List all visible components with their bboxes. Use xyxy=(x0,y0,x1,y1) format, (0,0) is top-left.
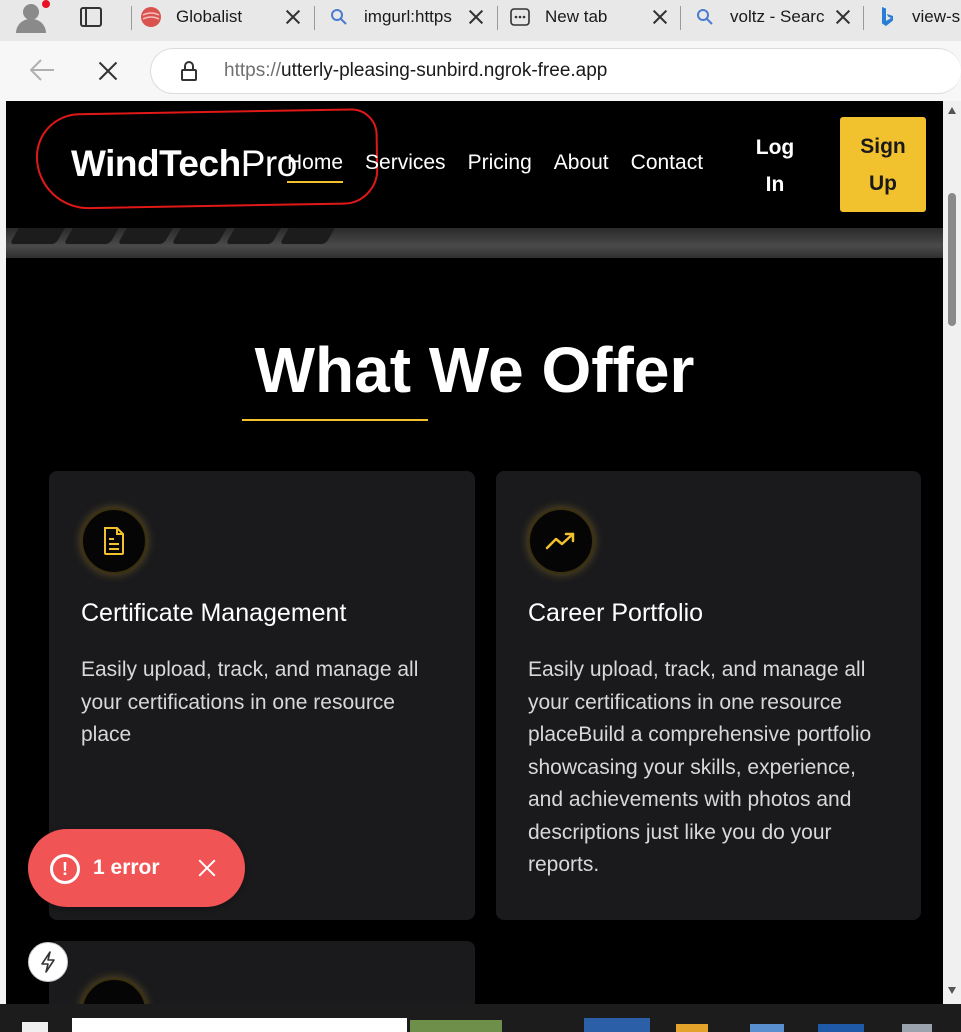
tab-actions-icon[interactable] xyxy=(80,7,102,27)
url-field[interactable]: https://utterly-pleasing-sunbird.ngrok-f… xyxy=(150,48,961,94)
nav-link-pricing[interactable]: Pricing xyxy=(468,151,532,175)
heading-underline xyxy=(242,419,428,421)
login-button[interactable]: Log In xyxy=(754,129,796,203)
taskbar-widget[interactable] xyxy=(410,1020,502,1032)
nav-link-home[interactable]: Home xyxy=(287,151,344,183)
close-tab-icon[interactable] xyxy=(651,8,669,26)
url-host: utterly-pleasing-sunbird.ngrok-free.app xyxy=(281,60,608,81)
feature-card-partial xyxy=(49,941,475,1004)
signup-button[interactable]: Sign Up xyxy=(840,117,926,212)
browser-tab-imgurl[interactable]: imgurl:https xyxy=(328,0,495,34)
nav-link-about[interactable]: About xyxy=(554,151,609,175)
scrollbar-thumb[interactable] xyxy=(948,193,956,326)
nav-link-services[interactable]: Services xyxy=(365,151,446,175)
taskbar-app-icon[interactable] xyxy=(818,1024,864,1032)
lightning-bolt-icon[interactable] xyxy=(28,942,68,982)
section-heading: What We Offer xyxy=(254,334,695,406)
page-scrollbar[interactable] xyxy=(943,101,961,1004)
tab-title: Globalist xyxy=(176,7,243,26)
scroll-up-arrow-icon[interactable] xyxy=(948,107,956,114)
trending-up-icon xyxy=(528,508,594,574)
card-title: Certificate Management xyxy=(81,599,347,627)
windows-start-icon[interactable] xyxy=(22,1022,48,1032)
error-toast[interactable]: ! 1 error xyxy=(28,829,245,907)
tab-separator xyxy=(863,6,864,30)
error-count-label: 1 error xyxy=(93,856,160,879)
taskbar-app-icon[interactable] xyxy=(902,1024,932,1032)
scroll-down-arrow-icon[interactable] xyxy=(948,987,956,994)
browser-tab-view[interactable]: view-s xyxy=(876,0,961,34)
tab-title: imgurl:https xyxy=(364,7,452,26)
alert-circle-icon: ! xyxy=(50,854,80,884)
card-title: Career Portfolio xyxy=(528,599,704,627)
document-icon xyxy=(81,508,147,574)
globalist-favicon-icon xyxy=(140,6,162,28)
stop-loading-icon[interactable] xyxy=(94,57,122,85)
search-icon xyxy=(694,6,716,28)
close-icon[interactable] xyxy=(196,857,218,879)
feature-icon xyxy=(81,978,147,1004)
tab-separator xyxy=(131,6,132,30)
tab-separator xyxy=(314,6,315,30)
bing-icon xyxy=(876,6,898,28)
close-tab-icon[interactable] xyxy=(284,8,302,26)
taskbar-edge-icon[interactable] xyxy=(584,1018,650,1032)
browser-tab-new-tab[interactable]: New tab xyxy=(509,0,679,34)
os-taskbar xyxy=(0,1004,961,1032)
taskbar-folder-icon[interactable] xyxy=(676,1024,708,1032)
hero-image-strip xyxy=(6,228,943,258)
url-protocol: https:// xyxy=(224,60,282,81)
nav-link-contact[interactable]: Contact xyxy=(631,151,703,175)
taskbar-app-icon[interactable] xyxy=(750,1024,784,1032)
lock-icon[interactable] xyxy=(181,61,197,81)
tab-title: New tab xyxy=(545,7,608,26)
back-arrow-icon[interactable] xyxy=(28,58,56,89)
taskbar-search-box[interactable] xyxy=(72,1018,407,1032)
tab-title: voltz - Searc xyxy=(730,7,825,26)
tab-title: view-s xyxy=(912,7,961,26)
site-navbar: WindTechPro Home Services Pricing About … xyxy=(6,101,943,228)
feature-card-portfolio: Career Portfolio Easily upload, track, a… xyxy=(496,471,921,920)
card-description: Easily upload, track, and manage all you… xyxy=(81,658,419,746)
browser-tab-bar: Globalist imgurl:https New tab voltz - S… xyxy=(0,0,961,41)
nav-links: Home Services Pricing About Contact xyxy=(287,151,703,183)
browser-tab-voltz[interactable]: voltz - Searc xyxy=(694,0,862,34)
new-tab-icon xyxy=(509,6,531,28)
browser-tab-globalist[interactable]: Globalist xyxy=(140,0,312,34)
tab-separator xyxy=(680,6,681,30)
search-icon xyxy=(328,6,350,28)
close-tab-icon[interactable] xyxy=(467,8,485,26)
url-text: https://utterly-pleasing-sunbird.ngrok-f… xyxy=(224,60,607,82)
card-description: Easily upload, track, and manage all you… xyxy=(528,658,872,876)
close-tab-icon[interactable] xyxy=(834,8,852,26)
tab-separator xyxy=(497,6,498,30)
profile-avatar-icon[interactable] xyxy=(14,0,50,34)
